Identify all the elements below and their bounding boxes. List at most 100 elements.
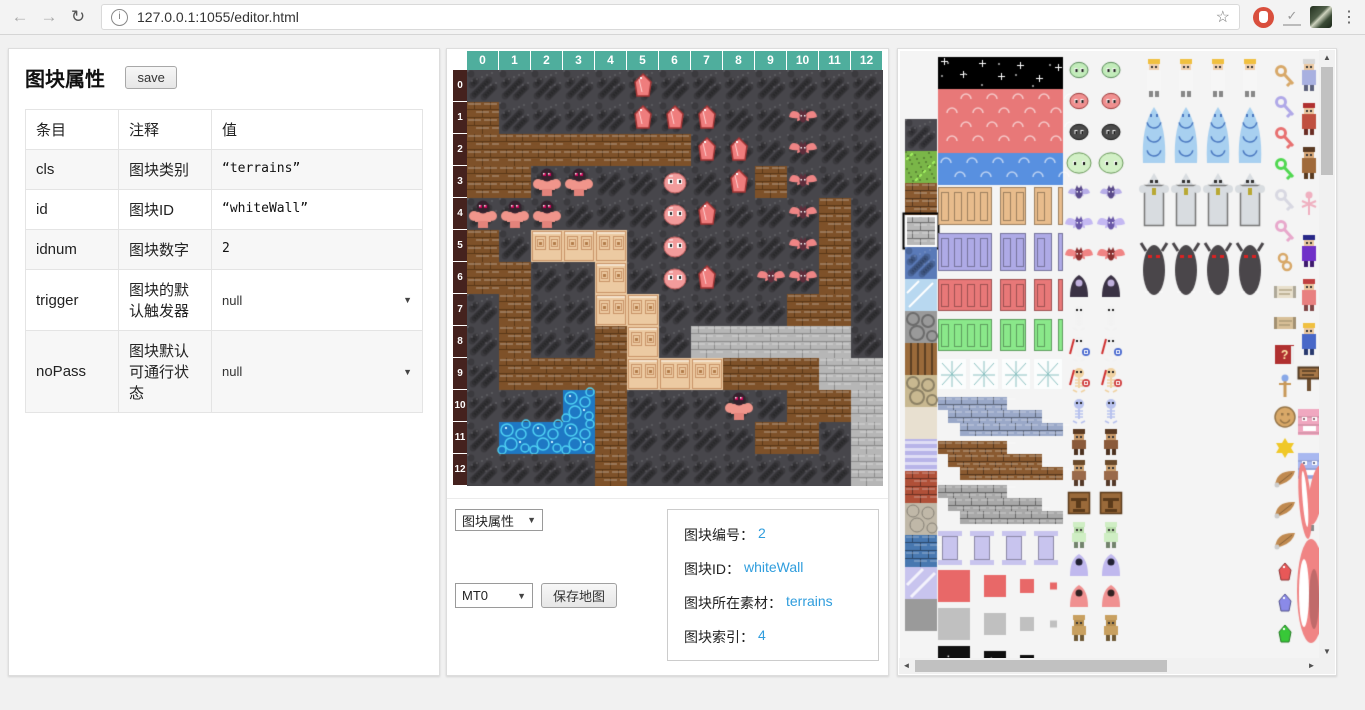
trigger-select-value: null — [222, 293, 242, 308]
info-value: 2 — [758, 525, 766, 545]
map-col-header: 0 — [467, 51, 499, 70]
map-row-header: 5 — [453, 230, 467, 262]
prop-key: trigger — [26, 270, 119, 331]
prop-key: noPass — [26, 331, 119, 413]
chevron-down-icon: ▼ — [403, 367, 412, 377]
scroll-up-icon[interactable]: ▲ — [1319, 50, 1335, 65]
table-row: id 图块ID “whiteWall” — [26, 190, 423, 230]
address-bar[interactable]: i 127.0.0.1:1055/editor.html ☆ — [101, 4, 1240, 30]
save-map-button[interactable]: 保存地图 — [541, 583, 617, 608]
back-icon[interactable]: ← — [10, 7, 30, 27]
url-text[interactable]: 127.0.0.1:1055/editor.html — [137, 9, 1207, 25]
map-row-header: 0 — [453, 70, 467, 102]
info-label: 图块索引： — [684, 627, 754, 647]
floor-select-value: MT0 — [462, 588, 488, 603]
map-col-header: 6 — [659, 51, 691, 70]
map-canvas[interactable] — [467, 70, 883, 486]
info-label: 图块ID： — [684, 559, 740, 579]
edit-mode-select[interactable]: 图块属性 ▼ — [455, 509, 543, 531]
map-col-header: 1 — [499, 51, 531, 70]
chevron-down-icon: ▼ — [527, 515, 536, 525]
horizontal-scrollbar[interactable]: ◄ ► — [899, 658, 1319, 674]
bookmark-star-icon[interactable]: ☆ — [1216, 7, 1230, 27]
panel-title: 图块属性 — [25, 63, 105, 92]
reload-icon[interactable]: ↻ — [68, 7, 88, 27]
tileset-palette-panel: ▲ ▼ ◄ ► — [897, 48, 1337, 676]
info-line: 图块索引： 4 — [684, 627, 862, 647]
download-check-icon[interactable]: ✓ — [1283, 8, 1301, 26]
map-col-header: 4 — [595, 51, 627, 70]
map-col-header: 8 — [723, 51, 755, 70]
prop-comment: 图块默认可通行状态 — [119, 331, 212, 413]
map-row-header: 12 — [453, 454, 467, 486]
scroll-right-icon[interactable]: ► — [1304, 658, 1319, 674]
forward-icon[interactable]: → — [39, 7, 59, 27]
prop-key: cls — [26, 150, 119, 190]
map-col-header: 5 — [627, 51, 659, 70]
info-line: 图块ID： whiteWall — [684, 559, 862, 579]
prop-key: idnum — [26, 230, 119, 270]
tile-info-box: 图块编号： 2 图块ID： whiteWall 图块所在素材： terrains… — [667, 509, 879, 661]
scroll-left-icon[interactable]: ◄ — [899, 658, 914, 674]
extension-hand-icon[interactable] — [1253, 7, 1274, 28]
info-line: 图块编号： 2 — [684, 525, 862, 545]
map-col-header: 10 — [787, 51, 819, 70]
table-row: idnum 图块数字 2 — [26, 230, 423, 270]
map-col-header: 2 — [531, 51, 563, 70]
table-row: trigger 图块的默认触发器 null ▼ — [26, 270, 423, 331]
scroll-down-icon[interactable]: ▼ — [1319, 644, 1335, 659]
header-comment: 注释 — [119, 110, 212, 150]
scrollbar-corner — [1319, 658, 1335, 674]
map-col-header: 3 — [563, 51, 595, 70]
header-entry: 条目 — [26, 110, 119, 150]
map-row-header: 10 — [453, 390, 467, 422]
map-row-header: 6 — [453, 262, 467, 294]
prop-key: id — [26, 190, 119, 230]
info-line: 图块所在素材： terrains — [684, 593, 862, 613]
chevron-down-icon: ▼ — [517, 591, 526, 601]
chevron-down-icon: ▼ — [403, 295, 412, 305]
save-button[interactable]: save — [125, 66, 176, 89]
prop-value[interactable]: “terrains” — [222, 161, 300, 176]
nopass-select-value: null — [222, 364, 242, 379]
trigger-select[interactable]: null ▼ — [222, 293, 412, 308]
floor-select[interactable]: MT0 ▼ — [455, 583, 533, 608]
map-col-header: 9 — [755, 51, 787, 70]
map-row-header: 3 — [453, 166, 467, 198]
map-col-header: 11 — [819, 51, 851, 70]
browser-toolbar: ← → ↻ i 127.0.0.1:1055/editor.html ☆ ✓ ⋮ — [0, 0, 1365, 35]
divider — [447, 498, 888, 499]
map-col-header: 12 — [851, 51, 883, 70]
map-editor-panel: 0123456789101112 0123456789101112 图块属性 ▼… — [446, 48, 889, 676]
tile-properties-panel: 图块属性 save 条目 注释 值 cls 图块类别 “terrains” id… — [8, 48, 440, 676]
table-row: cls 图块类别 “terrains” — [26, 150, 423, 190]
prop-value[interactable]: “whiteWall” — [222, 201, 308, 216]
table-header-row: 条目 注释 值 — [26, 110, 423, 150]
map-col-headers: 0123456789101112 — [467, 51, 883, 70]
prop-comment: 图块的默认触发器 — [119, 270, 212, 331]
browser-menu-icon[interactable]: ⋮ — [1341, 7, 1355, 27]
vertical-scroll-thumb[interactable] — [1321, 67, 1333, 175]
header-value: 值 — [212, 110, 423, 150]
prop-comment: 图块类别 — [119, 150, 212, 190]
tileset-canvas[interactable] — [900, 51, 1321, 658]
prop-value[interactable]: 2 — [222, 241, 230, 256]
prop-comment: 图块数字 — [119, 230, 212, 270]
map-col-header: 7 — [691, 51, 723, 70]
nopass-select[interactable]: null ▼ — [222, 364, 412, 379]
map-row-headers: 0123456789101112 — [453, 70, 467, 486]
edit-mode-select-value: 图块属性 — [462, 511, 514, 530]
prop-comment: 图块ID — [119, 190, 212, 230]
map-row-header: 11 — [453, 422, 467, 454]
map-row-header: 8 — [453, 326, 467, 358]
info-label: 图块所在素材： — [684, 593, 782, 613]
info-value: 4 — [758, 627, 766, 647]
table-row: noPass 图块默认可通行状态 null ▼ — [26, 331, 423, 413]
page-info-icon[interactable]: i — [111, 9, 128, 26]
info-label: 图块编号： — [684, 525, 754, 545]
properties-table: 条目 注释 值 cls 图块类别 “terrains” id 图块ID “whi… — [25, 109, 423, 413]
profile-avatar[interactable] — [1310, 6, 1332, 28]
vertical-scrollbar[interactable]: ▲ ▼ — [1319, 50, 1335, 659]
horizontal-scroll-thumb[interactable] — [915, 660, 1167, 672]
map-row-header: 9 — [453, 358, 467, 390]
